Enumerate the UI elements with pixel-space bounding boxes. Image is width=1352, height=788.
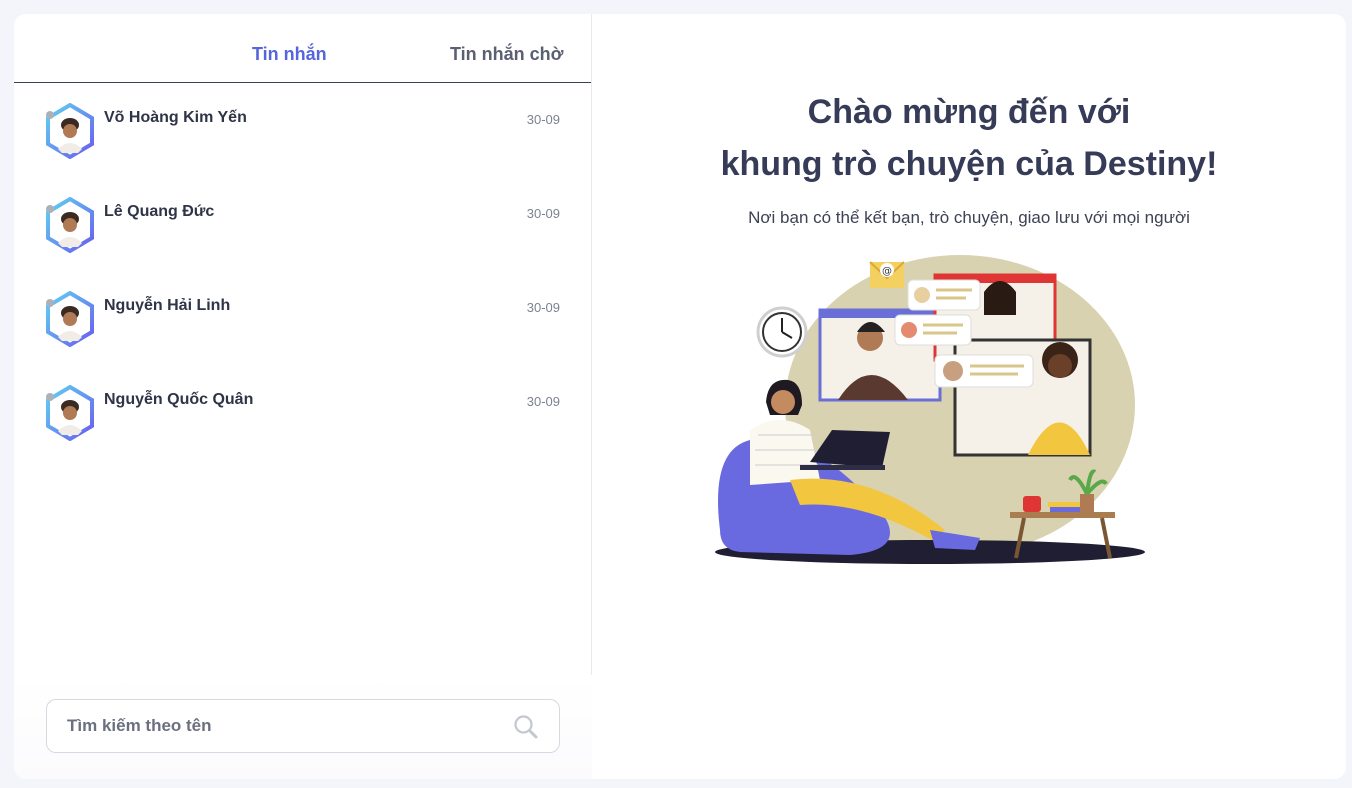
welcome-title: Chào mừng đến với khung trò chuyện của D… (592, 86, 1346, 190)
conversation-item[interactable]: Nguyễn Hải Linh 30-09 (14, 271, 591, 365)
welcome-panel: Chào mừng đến với khung trò chuyện của D… (592, 14, 1346, 779)
search-area (14, 675, 592, 779)
conversation-name: Nguyễn Quốc Quân (104, 391, 254, 408)
welcome-title-line1: Chào mừng đến với (807, 93, 1131, 131)
conversation-date: 30-09 (526, 394, 560, 409)
search-box[interactable] (46, 699, 560, 753)
tab-messages[interactable]: Tin nhắn (252, 44, 327, 65)
svg-text:@: @ (882, 266, 892, 277)
conversation-panel: Tin nhắn Tin nhắn chờ Võ Hoàng Kim Yến 3… (14, 14, 592, 779)
conversation-name: Võ Hoàng Kim Yến (104, 109, 247, 126)
video-chat-illustration: @ (715, 255, 1145, 564)
welcome-subtitle: Nơi bạn có thể kết bạn, trò chuyện, giao… (748, 208, 1190, 227)
search-input[interactable] (67, 700, 507, 752)
conversation-name: Lê Quang Đức (104, 203, 215, 220)
chat-app: Tin nhắn Tin nhắn chờ Võ Hoàng Kim Yến 3… (14, 14, 1346, 779)
status-indicator (46, 299, 54, 307)
tab-pending-messages[interactable]: Tin nhắn chờ (450, 44, 563, 65)
welcome-title-line2: khung trò chuyện của Destiny! (720, 145, 1218, 183)
conversation-date: 30-09 (526, 112, 560, 127)
status-indicator (46, 393, 54, 401)
conversation-list: Võ Hoàng Kim Yến 30-09 Lê Quang Đức 30-0… (14, 83, 591, 459)
search-icon[interactable] (513, 714, 539, 740)
tab-bar: Tin nhắn Tin nhắn chờ (14, 14, 591, 83)
conversation-item[interactable]: Nguyễn Quốc Quân 30-09 (14, 365, 591, 459)
conversation-date: 30-09 (526, 206, 560, 221)
conversation-name: Nguyễn Hải Linh (104, 297, 231, 314)
conversation-item[interactable]: Lê Quang Đức 30-09 (14, 177, 591, 271)
conversation-date: 30-09 (526, 300, 560, 315)
status-indicator (46, 205, 54, 213)
status-indicator (46, 111, 54, 119)
conversation-item[interactable]: Võ Hoàng Kim Yến 30-09 (14, 83, 591, 177)
